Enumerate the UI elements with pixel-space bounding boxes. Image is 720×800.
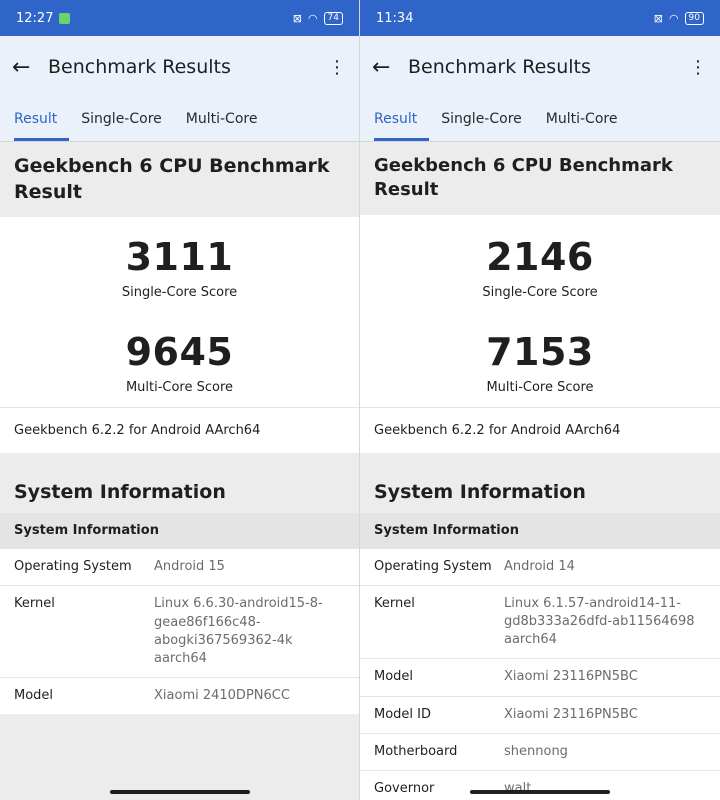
version-line: Geekbench 6.2.2 for Android AArch64 xyxy=(0,407,359,454)
dnd-icon: ⊠ xyxy=(653,11,663,25)
version-line: Geekbench 6.2.2 for Android AArch64 xyxy=(360,406,720,453)
tab-multi-core[interactable]: Multi-Core xyxy=(186,111,270,141)
single-core-score: 3111 xyxy=(125,235,234,280)
page-title: Benchmark Results xyxy=(408,56,591,78)
info-row: Model ID Xiaomi 23116PN5BC xyxy=(360,695,720,733)
info-value: Android 14 xyxy=(504,558,575,574)
benchmark-headline: Geekbench 6 CPU Benchmark Result xyxy=(0,142,359,218)
multi-core-score-label: Multi-Core Score xyxy=(486,379,594,395)
info-key: Governor xyxy=(374,780,435,796)
info-value: Android 15 xyxy=(154,559,225,575)
dnd-icon: ⊠ xyxy=(292,11,302,25)
status-time: 12:27 xyxy=(16,10,54,26)
tab-single-core[interactable]: Single-Core xyxy=(441,111,534,141)
back-icon[interactable]: ← xyxy=(372,55,408,80)
info-key: Kernel xyxy=(14,596,55,612)
tab-result[interactable]: Result xyxy=(374,111,430,141)
info-value: shennong xyxy=(504,743,568,759)
app-bar: ← Benchmark Results ⋮ xyxy=(360,36,720,98)
status-time: 11:34 xyxy=(376,10,414,26)
right-phone-screen: 11:34 ⊠ ◠ 90 ← Benchmark Results ⋮ Resul… xyxy=(360,0,720,800)
info-value: Xiaomi 23116PN5BC xyxy=(504,669,638,685)
info-row: Kernel Linux 6.6.30-android15-8-geae86f1… xyxy=(0,585,359,678)
status-bar: 11:34 ⊠ ◠ 90 xyxy=(360,0,720,36)
multi-core-score: 9645 xyxy=(125,330,234,375)
left-phone-screen: 12:27 ⊠ ◠ 74 ← Benchmark Results ⋮ Resul… xyxy=(0,0,360,800)
info-row: Model Xiaomi 23116PN5BC xyxy=(360,658,720,696)
tab-result[interactable]: Result xyxy=(14,111,70,141)
info-value: Xiaomi 2410DPN6CC xyxy=(154,688,290,704)
info-value: Xiaomi 23116PN5BC xyxy=(504,706,638,722)
system-information-title: System Information xyxy=(14,481,226,504)
tab-bar: Result Single-Core Multi-Core xyxy=(360,98,720,142)
page-title: Benchmark Results xyxy=(48,56,231,78)
multi-core-score-block: 7153 Multi-Core Score xyxy=(360,312,720,407)
single-core-score-label: Single-Core Score xyxy=(121,285,238,301)
info-key: Motherboard xyxy=(374,743,458,759)
single-core-score-label: Single-Core Score xyxy=(482,284,598,300)
single-core-score-block: 3111 Single-Core Score xyxy=(0,217,359,312)
status-bar: 12:27 ⊠ ◠ 74 xyxy=(0,0,359,36)
more-options-icon[interactable]: ⋮ xyxy=(327,57,347,78)
gesture-home-bar[interactable] xyxy=(109,790,250,794)
info-key: Model xyxy=(374,669,414,685)
info-key: Model ID xyxy=(374,706,432,722)
system-information-subhead: System Information xyxy=(0,513,359,549)
info-value: walt xyxy=(504,780,532,796)
info-key: Operating System xyxy=(14,559,132,575)
info-key: Kernel xyxy=(374,595,415,611)
multi-core-score: 7153 xyxy=(486,329,594,374)
info-value: Linux 6.1.57-android14-11-gd8b333a26dfd-… xyxy=(504,595,695,648)
info-row: Operating System Android 14 xyxy=(360,547,720,585)
battery-icon: 74 xyxy=(323,11,343,25)
single-core-score-block: 2146 Single-Core Score xyxy=(360,215,720,312)
multi-core-score-label: Multi-Core Score xyxy=(125,380,234,396)
tab-bar: Result Single-Core Multi-Core xyxy=(0,98,359,142)
info-value: Linux 6.6.30-android15-8-geae86f166c48-a… xyxy=(154,596,323,667)
notification-icon xyxy=(59,12,71,24)
scores-card: 3111 Single-Core Score 9645 Multi-Core S… xyxy=(0,217,359,454)
info-row: Operating System Android 15 xyxy=(0,548,359,586)
scores-card: 2146 Single-Core Score 7153 Multi-Core S… xyxy=(360,214,720,453)
wifi-icon: ◠ xyxy=(668,11,679,25)
tab-multi-core[interactable]: Multi-Core xyxy=(546,111,630,141)
more-options-icon[interactable]: ⋮ xyxy=(688,57,708,78)
info-row: Model Xiaomi 2410DPN6CC xyxy=(0,677,359,715)
system-information-subhead: System Information xyxy=(360,512,720,548)
gesture-home-bar[interactable] xyxy=(470,790,610,794)
app-bar: ← Benchmark Results ⋮ xyxy=(0,36,359,98)
multi-core-score-block: 9645 Multi-Core Score xyxy=(0,312,359,407)
info-key: Model xyxy=(14,688,54,704)
info-key: Operating System xyxy=(374,558,492,574)
wifi-icon: ◠ xyxy=(307,11,318,25)
single-core-score: 2146 xyxy=(486,234,594,279)
battery-icon: 90 xyxy=(684,11,704,25)
benchmark-headline: Geekbench 6 CPU Benchmark Result xyxy=(360,142,720,215)
info-row: Kernel Linux 6.1.57-android14-11-gd8b333… xyxy=(360,584,720,659)
back-icon[interactable]: ← xyxy=(12,55,48,80)
system-information-title: System Information xyxy=(374,480,586,503)
tab-single-core[interactable]: Single-Core xyxy=(81,111,174,141)
info-row: Motherboard shennong xyxy=(360,732,720,770)
info-row: Governor walt xyxy=(360,769,720,800)
